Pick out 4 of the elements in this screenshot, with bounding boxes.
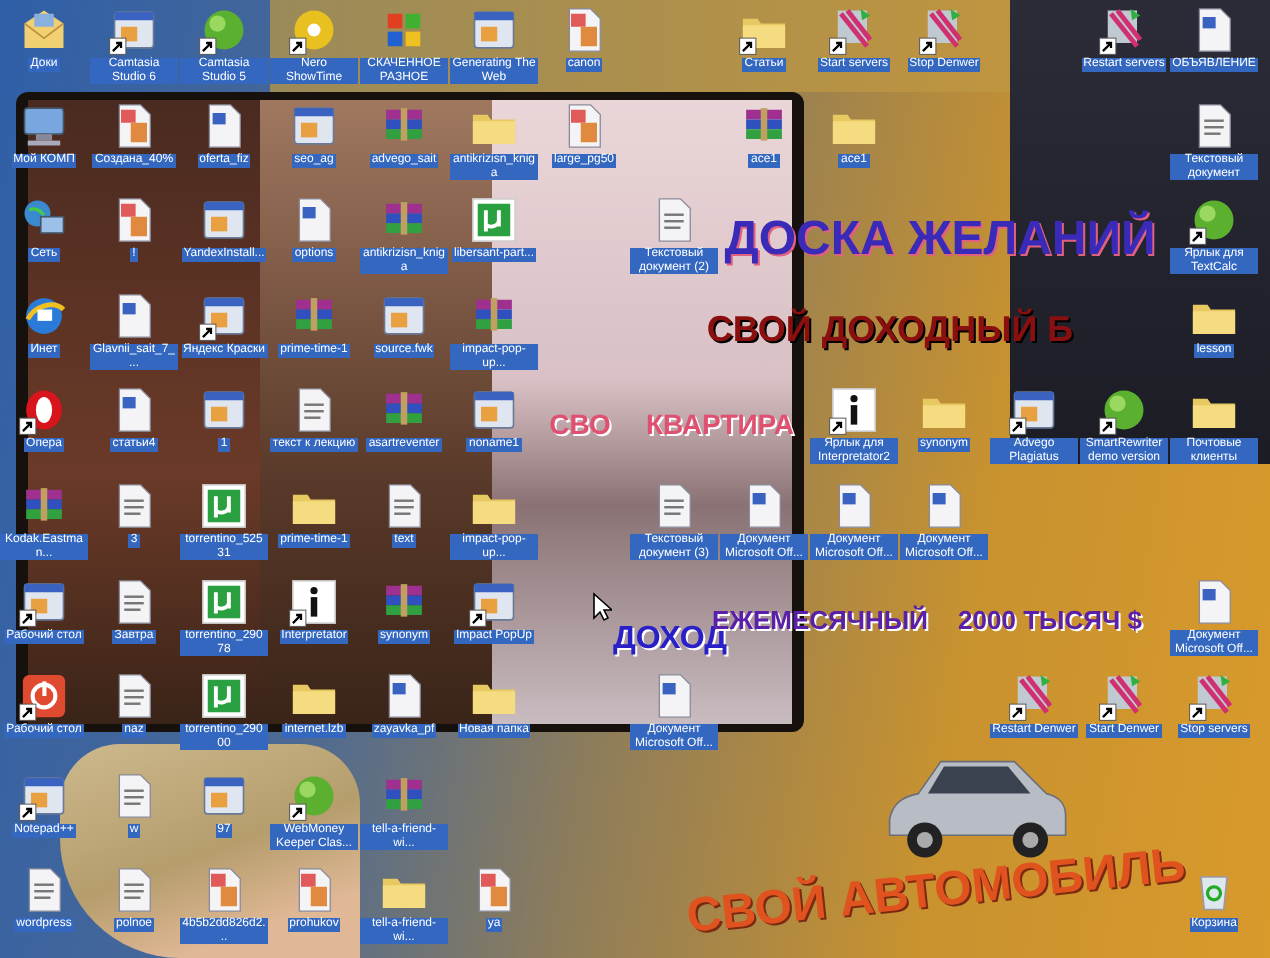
- wallpaper-caption: 2000 ТЫСЯЧ $: [958, 605, 1142, 635]
- wallpaper-caption: СВОЙ АВТОМОБИЛЬ: [684, 838, 1188, 946]
- pointer-icon: [592, 592, 612, 622]
- wallpaper-caption: СВО: [549, 408, 611, 440]
